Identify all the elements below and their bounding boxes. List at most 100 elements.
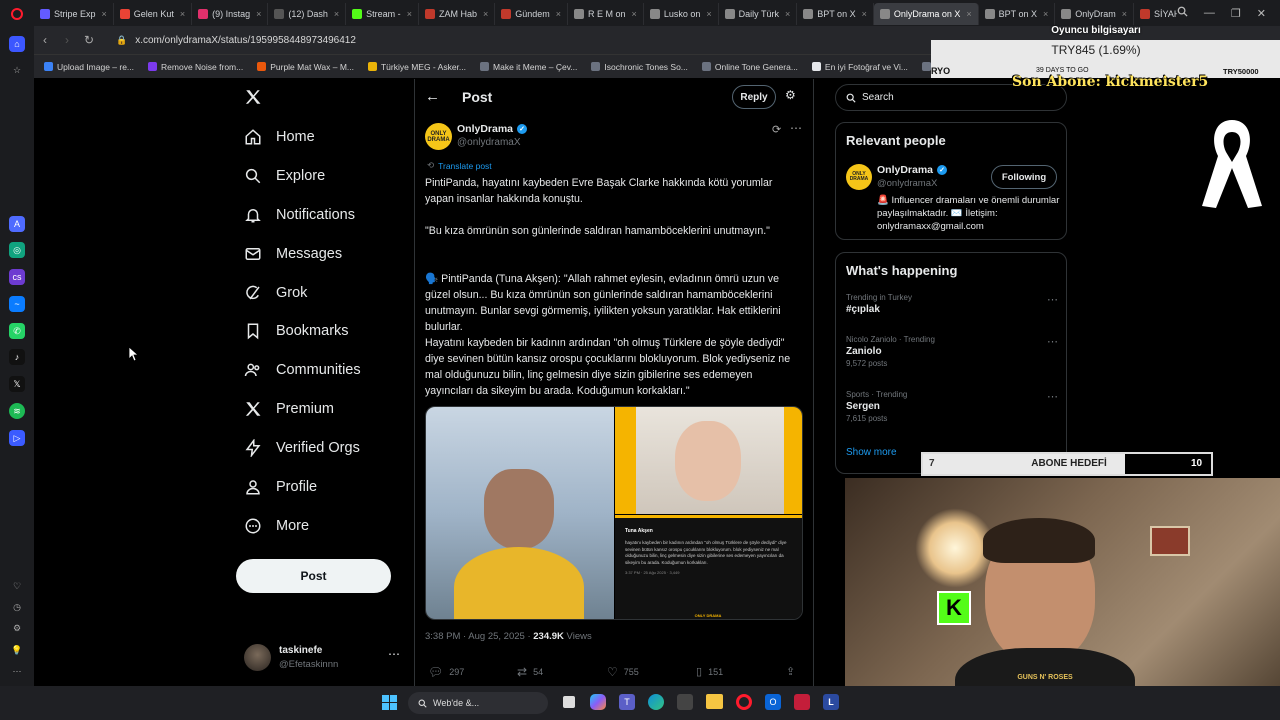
bookmark-item[interactable]: Isochronic Tones So...	[591, 62, 688, 72]
player-sidebar-icon[interactable]: ▷	[9, 430, 25, 446]
browser-tab[interactable]: OnlyDram ×	[1055, 3, 1135, 25]
browser-tab[interactable]: Gündem ×	[495, 3, 569, 25]
media-screenshot[interactable]: Tuna Akşen hayatını kaybeden bir kadının…	[615, 515, 802, 619]
teams-icon[interactable]: T	[619, 694, 635, 710]
start-button[interactable]	[382, 695, 397, 710]
x-logo-home-link[interactable]	[244, 88, 262, 111]
relevant-name[interactable]: OnlyDrama ✓	[877, 164, 948, 176]
tab-close-icon[interactable]: ×	[256, 9, 261, 19]
trend-more-icon[interactable]: ⋯	[1047, 335, 1058, 348]
tab-close-icon[interactable]: ×	[785, 9, 790, 19]
grok-icon[interactable]: ⟳	[772, 123, 781, 136]
bookmark-item[interactable]: En iyi Fotoğraf ve Vi...	[811, 62, 908, 72]
browser-tab[interactable]: BPT on X ×	[979, 3, 1056, 25]
taskbar-search[interactable]: Web'de &...	[408, 692, 548, 714]
site-info-icon[interactable]: 🔒	[116, 35, 127, 46]
account-switcher[interactable]: taskinefe @Efetaskinnn ⋯	[244, 644, 404, 674]
nav-item-communities[interactable]: Communities	[244, 358, 361, 382]
browser-tab[interactable]: OnlyDrama on X ×	[873, 3, 979, 25]
tab-close-icon[interactable]: ×	[862, 9, 867, 19]
more-sidebar-icon[interactable]: ⋯	[9, 663, 25, 679]
bookmark-item[interactable]: Purple Mat Wax – M...	[257, 62, 354, 72]
bookmark-item[interactable]: Türkiye MEG - Asker...	[367, 62, 466, 72]
taskview-icon[interactable]	[563, 696, 575, 708]
settings-sidebar-icon[interactable]: ⚙	[9, 620, 25, 636]
author-name[interactable]: OnlyDrama ✓	[457, 123, 528, 135]
forward-button[interactable]: ›	[56, 33, 78, 47]
nav-item-more[interactable]: More	[244, 514, 309, 538]
reply-settings-icon[interactable]: ⚙	[785, 88, 796, 102]
history-sidebar-icon[interactable]: ◷	[9, 599, 25, 615]
opera-taskbar-icon[interactable]	[736, 694, 752, 710]
nav-item-premium[interactable]: Premium	[244, 397, 334, 421]
browser-tab[interactable]: ZAM Hab ×	[419, 3, 496, 25]
browser-tab[interactable]: Gelen Kut ×	[114, 3, 193, 25]
winrar-icon[interactable]	[794, 694, 810, 710]
bulb-sidebar-icon[interactable]: 💡	[9, 642, 25, 658]
back-arrow-icon[interactable]: ←	[425, 88, 440, 105]
nav-item-bookmarks[interactable]: Bookmarks	[244, 319, 349, 343]
browser-tab[interactable]: R E M on ×	[568, 3, 644, 25]
trend-item[interactable]: Nicolo Zaniolo · Trending Zaniolo 9,572 po…	[846, 335, 1058, 368]
show-more-link[interactable]: Show more	[846, 447, 897, 458]
trend-more-icon[interactable]: ⋯	[1047, 293, 1058, 306]
nav-item-grok[interactable]: Grok	[244, 281, 307, 305]
bookmark-item[interactable]: Remove Noise from...	[148, 62, 243, 72]
author-avatar[interactable]: ONLY DRAMA	[425, 123, 452, 150]
chatgpt-sidebar-icon[interactable]: ◎	[9, 242, 25, 258]
nav-item-notifications[interactable]: Notifications	[244, 203, 355, 227]
home-sidebar-icon[interactable]: ⌂	[9, 36, 25, 52]
maximize-button[interactable]: ❐	[1231, 7, 1241, 20]
minimize-button[interactable]: —	[1204, 7, 1215, 19]
translate-post-link[interactable]: ⟲ Translate post	[427, 160, 492, 171]
bookmark-item[interactable]: Online Tone Genera...	[701, 62, 798, 72]
copilot-icon[interactable]	[590, 694, 606, 710]
bookmark-action[interactable]: ▯ 151	[696, 665, 723, 678]
share-action[interactable]: ⇪	[786, 665, 795, 678]
browser-tab[interactable]: Daily Türk ×	[719, 3, 798, 25]
post-media[interactable]: Tuna Akşen hayatını kaybeden bir kadının…	[425, 406, 803, 620]
tab-close-icon[interactable]: ×	[556, 9, 561, 19]
tiktok-sidebar-icon[interactable]: ♪	[9, 349, 25, 365]
reply-button[interactable]: Reply	[732, 85, 776, 109]
repost-action[interactable]: ⇄ 54	[517, 665, 543, 679]
tab-close-icon[interactable]: ×	[706, 9, 711, 19]
star-sidebar-icon[interactable]: ☆	[9, 62, 25, 78]
reload-button[interactable]: ↻	[78, 33, 100, 47]
back-button[interactable]: ‹	[34, 33, 56, 47]
tab-close-icon[interactable]: ×	[632, 9, 637, 19]
nav-item-profile[interactable]: Profile	[244, 475, 317, 499]
heart-sidebar-icon[interactable]: ♡	[9, 578, 25, 594]
tab-close-icon[interactable]: ×	[334, 9, 339, 19]
browser-tab[interactable]: BPT on X ×	[797, 3, 874, 25]
url-field[interactable]: 🔒 x.com/onlydramaX/status/19599584489734…	[116, 35, 356, 46]
aria-sidebar-icon[interactable]: A	[9, 216, 25, 232]
spotify-sidebar-icon[interactable]: ≋	[9, 403, 25, 419]
account-more-icon[interactable]: ⋯	[388, 647, 400, 661]
browser-tab[interactable]: Stream - ×	[346, 3, 419, 25]
nav-item-home[interactable]: Home	[244, 125, 315, 149]
trend-more-icon[interactable]: ⋯	[1047, 390, 1058, 403]
close-window-button[interactable]: ✕	[1257, 7, 1266, 20]
media-photo-woman[interactable]	[615, 407, 802, 514]
edge-icon[interactable]	[648, 694, 664, 710]
relevant-avatar[interactable]: ONLY DRAMA	[846, 164, 872, 190]
nav-item-explore[interactable]: Explore	[244, 164, 325, 188]
cs-sidebar-icon[interactable]: cs	[9, 269, 25, 285]
media-photo-man[interactable]	[426, 407, 614, 619]
store-icon[interactable]	[677, 694, 693, 710]
compose-post-button[interactable]: Post	[236, 559, 391, 593]
whatsapp-sidebar-icon[interactable]: ✆	[9, 323, 25, 339]
like-action[interactable]: ♡ 755	[607, 665, 639, 679]
nav-item-messages[interactable]: Messages	[244, 242, 342, 266]
explorer-icon[interactable]	[706, 694, 723, 709]
tab-close-icon[interactable]: ×	[180, 9, 185, 19]
tab-close-icon[interactable]: ×	[1122, 9, 1127, 19]
reply-action[interactable]: 💬︎ 297	[428, 665, 464, 679]
tab-close-icon[interactable]: ×	[1043, 9, 1048, 19]
browser-tab[interactable]: Stripe Exp ×	[34, 3, 114, 25]
tab-close-icon[interactable]: ×	[102, 9, 107, 19]
trend-item[interactable]: Sports · Trending Sergen 7,615 posts ⋯	[846, 390, 1058, 423]
tab-search-icon[interactable]	[1177, 6, 1188, 20]
following-button[interactable]: Following	[991, 165, 1057, 189]
